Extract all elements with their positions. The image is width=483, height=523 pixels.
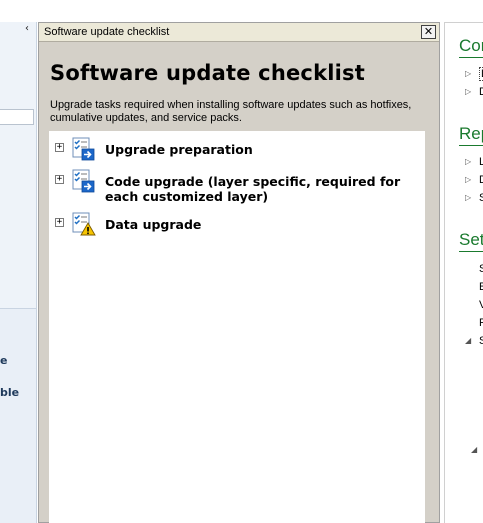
section-item[interactable]: V xyxy=(479,299,483,311)
section-item[interactable]: S xyxy=(479,192,483,204)
left-truncated-text-2[interactable]: ble xyxy=(0,386,19,399)
section-item-label: L xyxy=(479,67,483,81)
task-item-upgrade-preparation[interactable]: + Upgrade preparation xyxy=(49,137,425,165)
checklist-warning-icon xyxy=(72,212,96,236)
task-label[interactable]: Code upgrade (layer specific, required f… xyxy=(105,174,423,204)
expand-arrow-icon[interactable]: ▷ xyxy=(465,69,471,78)
left-input-field[interactable] xyxy=(0,109,34,125)
task-label[interactable]: Upgrade preparation xyxy=(105,142,423,157)
section-item[interactable]: D xyxy=(479,86,483,98)
checklist-arrow-icon xyxy=(72,137,95,161)
section-item[interactable]: E xyxy=(479,281,483,293)
task-item-data-upgrade[interactable]: + Data upgrade xyxy=(49,212,425,240)
expand-arrow-icon[interactable]: ▷ xyxy=(465,175,471,184)
section-heading-rep: Rep xyxy=(459,124,483,143)
section-divider xyxy=(459,57,483,58)
right-panel: Cor ▷ L ▷ D Rep ▷ L ▷ D ▷ S Set S E V F … xyxy=(444,22,483,523)
dialog-title: Software update checklist xyxy=(44,26,170,38)
software-update-checklist-dialog: Software update checklist ✕ Software upd… xyxy=(38,22,440,523)
right-top-strip xyxy=(441,0,483,22)
expand-toggle[interactable]: + xyxy=(55,175,64,184)
left-lower-panel xyxy=(0,308,37,523)
section-divider xyxy=(459,145,483,146)
dialog-titlebar: Software update checklist ✕ xyxy=(39,23,439,42)
collapse-arrow-icon[interactable]: ‹ xyxy=(25,24,29,34)
collapse-arrow-icon[interactable]: ◢ xyxy=(465,336,471,345)
section-item[interactable]: L xyxy=(479,156,483,168)
left-navigation-panel xyxy=(0,22,37,308)
right-pane: Cor ▷ L ▷ D Rep ▷ L ▷ D ▷ S Set S E V F … xyxy=(441,0,483,523)
left-truncated-text-1[interactable]: e xyxy=(0,354,7,367)
close-icon: ✕ xyxy=(423,25,434,38)
section-item[interactable]: D xyxy=(479,174,483,186)
left-pane: ‹ e ble xyxy=(0,0,37,523)
expand-arrow-icon[interactable]: ▷ xyxy=(465,193,471,202)
expand-arrow-icon[interactable]: ▷ xyxy=(465,87,471,96)
dialog-description: Upgrade tasks required when installing s… xyxy=(50,99,412,124)
section-item[interactable]: S xyxy=(479,335,483,347)
section-item[interactable]: F xyxy=(479,317,483,329)
page-title: Software update checklist xyxy=(50,61,365,85)
checklist-arrow-icon xyxy=(72,169,95,193)
section-divider xyxy=(459,251,483,252)
collapse-arrow-icon[interactable]: ◢ xyxy=(471,445,477,454)
close-button[interactable]: ✕ xyxy=(421,25,436,39)
section-heading-set: Set xyxy=(459,230,483,249)
task-label[interactable]: Data upgrade xyxy=(105,217,423,232)
section-item[interactable]: S xyxy=(479,263,483,275)
task-item-code-upgrade[interactable]: + Code upgrade (layer specific, required… xyxy=(49,169,425,209)
section-item[interactable]: L xyxy=(479,67,483,81)
section-heading-cor: Cor xyxy=(459,36,483,55)
expand-toggle[interactable]: + xyxy=(55,218,64,227)
expand-toggle[interactable]: + xyxy=(55,143,64,152)
expand-arrow-icon[interactable]: ▷ xyxy=(465,157,471,166)
task-list: + Upgrade preparation + Code upgrade (la… xyxy=(49,131,425,523)
